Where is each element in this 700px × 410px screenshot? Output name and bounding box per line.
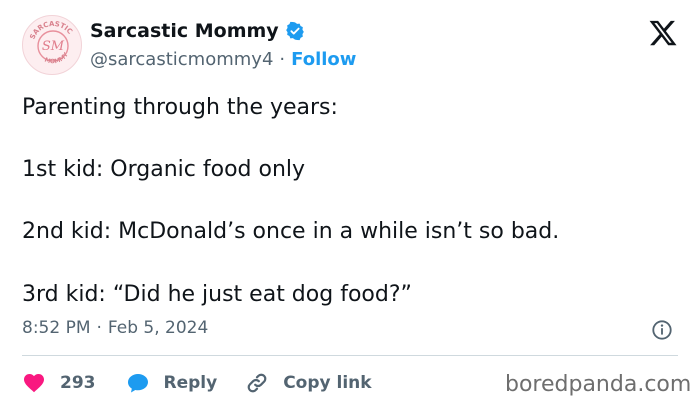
tweet-date: Feb 5, 2024 (107, 318, 209, 338)
separator: · (279, 49, 286, 70)
tweet-text-line: 1st kid: Organic food only (22, 157, 306, 182)
reply-button[interactable]: Reply (126, 371, 218, 395)
handle-row: @sarcasticmommy4 · Follow (90, 49, 356, 70)
copy-link-button[interactable]: Copy link (245, 371, 372, 395)
reply-label: Reply (163, 373, 218, 393)
avatar-logo-icon: SARCASTIC MOMMY SM (28, 20, 74, 65)
handle[interactable]: @sarcasticmommy4 (90, 49, 273, 70)
display-name[interactable]: Sarcastic Mommy (90, 20, 279, 42)
link-icon (247, 373, 267, 393)
tweet-card: SARCASTIC MOMMY SM Sarcastic Mommy @sarc… (0, 0, 700, 410)
meta-separator: · (96, 318, 102, 338)
tweet-text-line: Parenting through the years: (22, 95, 338, 120)
watermark: boredpanda.com (505, 372, 692, 397)
timestamp[interactable]: 8:52 PM · Feb 5, 2024 (22, 318, 208, 338)
verified-badge-icon (285, 21, 304, 41)
action-bar: 293 Reply Copy link (22, 368, 372, 398)
avatar[interactable]: SARCASTIC MOMMY SM (22, 15, 82, 75)
heart-icon (24, 374, 44, 393)
follow-button[interactable]: Follow (291, 49, 356, 70)
speech-bubble-icon (127, 374, 148, 393)
divider (22, 355, 678, 356)
avatar-text: SM (42, 39, 65, 54)
svg-text:SARCASTIC: SARCASTIC (28, 20, 74, 41)
x-logo-icon[interactable] (648, 18, 678, 48)
tweet-text-line: 2nd kid: McDonald’s once in a while isn’… (22, 219, 560, 244)
tweet-time: 8:52 PM (22, 318, 91, 338)
like-button[interactable]: 293 (22, 371, 96, 395)
author-name-row: Sarcastic Mommy (90, 20, 305, 42)
tweet-text-line: 3rd kid: “Did he just eat dog food?” (22, 282, 412, 307)
info-icon[interactable] (651, 319, 673, 341)
copy-link-label: Copy link (283, 373, 372, 393)
like-count: 293 (60, 373, 96, 393)
